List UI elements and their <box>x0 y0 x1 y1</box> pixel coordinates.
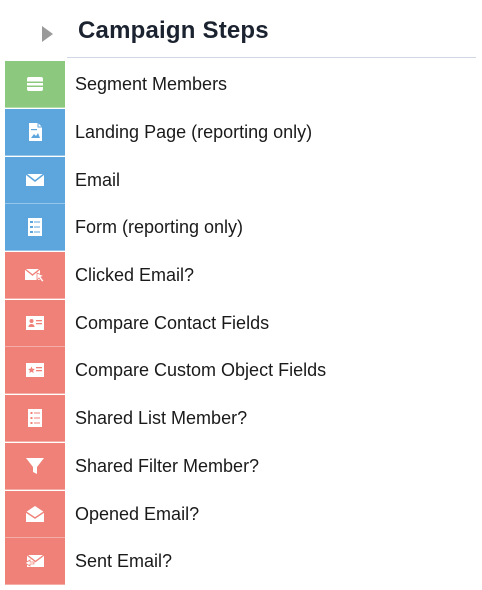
step-clicked-email[interactable]: Clicked Email? <box>5 252 475 300</box>
step-landing-page[interactable]: Landing Page (reporting only) <box>5 109 475 157</box>
opened-email-icon <box>5 490 65 538</box>
clicked-email-icon-glyph <box>24 268 46 283</box>
step-email[interactable]: Email <box>5 156 475 204</box>
step-compare-custom-object-fields[interactable]: Compare Custom Object Fields <box>5 347 475 395</box>
step-label: Clicked Email? <box>75 265 195 286</box>
step-form[interactable]: Form (reporting only) <box>5 204 475 252</box>
campaign-steps-panel: Campaign Steps Segment Members Landing P… <box>0 0 482 590</box>
step-label: Opened Email? <box>75 503 200 524</box>
contact-card-icon-glyph <box>26 315 44 330</box>
opened-email-icon-glyph <box>25 505 45 522</box>
segment-icon <box>5 61 65 109</box>
step-label: Email <box>75 169 121 190</box>
email-icon <box>5 156 65 204</box>
header-divider <box>67 57 476 58</box>
landing-page-icon <box>5 109 65 157</box>
steps-list: Segment Members Landing Page (reporting … <box>5 61 475 586</box>
step-label: Sent Email? <box>75 551 173 572</box>
contact-card-icon <box>5 299 65 347</box>
form-icon <box>5 204 65 252</box>
step-sent-email[interactable]: Sent Email? <box>5 538 475 586</box>
panel-header[interactable]: Campaign Steps <box>0 0 482 62</box>
step-label: Form (reporting only) <box>75 217 244 238</box>
sent-email-icon-glyph <box>24 554 45 568</box>
filter-icon <box>5 442 65 490</box>
segment-icon-glyph <box>27 77 43 92</box>
email-icon-glyph <box>25 173 45 186</box>
step-label: Segment Members <box>75 74 228 95</box>
custom-object-icon-glyph <box>26 363 44 378</box>
step-label: Compare Custom Object Fields <box>75 360 327 381</box>
step-label: Shared Filter Member? <box>75 455 260 476</box>
expand-arrow-icon[interactable] <box>42 26 53 42</box>
custom-object-icon <box>5 347 65 395</box>
form-icon-glyph <box>28 218 42 237</box>
landing-page-icon-glyph <box>29 123 42 142</box>
sent-email-icon <box>5 538 65 586</box>
step-shared-filter-member[interactable]: Shared Filter Member? <box>5 442 475 491</box>
filter-icon-glyph <box>26 457 44 474</box>
step-label: Compare Contact Fields <box>75 312 270 333</box>
step-label: Landing Page (reporting only) <box>75 122 313 143</box>
panel-title: Campaign Steps <box>78 17 269 44</box>
step-label: Shared List Member? <box>75 408 248 429</box>
clicked-email-icon <box>5 252 65 300</box>
list-icon <box>5 395 65 443</box>
step-opened-email[interactable]: Opened Email? <box>5 490 475 538</box>
step-compare-contact-fields[interactable]: Compare Contact Fields <box>5 299 475 347</box>
step-segment-members[interactable]: Segment Members <box>5 61 475 109</box>
list-icon-glyph <box>28 409 42 428</box>
step-shared-list-member[interactable]: Shared List Member? <box>5 395 475 443</box>
